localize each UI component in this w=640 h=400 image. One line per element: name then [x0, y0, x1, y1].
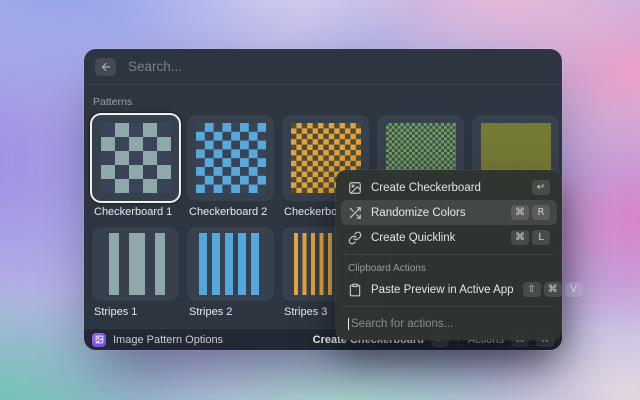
- cmd-key-badge: ⌘: [511, 230, 529, 245]
- menu-item-label: Paste Preview in Active App: [371, 284, 514, 296]
- text-caret: [348, 318, 349, 330]
- shortcut-keys: ⌘ R: [511, 205, 550, 220]
- menu-item-paste-preview[interactable]: Paste Preview in Active App ⇧ ⌘ V: [341, 277, 557, 302]
- checkerboard-1-preview: [101, 123, 171, 193]
- checkerboard-2-preview: [196, 123, 266, 193]
- search-bar: [84, 49, 562, 85]
- menu-item-create-quicklink[interactable]: Create Quicklink ⌘ L: [341, 225, 557, 250]
- menu-item-label: Randomize Colors: [371, 207, 502, 219]
- actions-popover: Create Checkerboard ↵ Randomize Colors ⌘…: [336, 170, 562, 340]
- image-icon: [348, 181, 362, 195]
- link-icon: [348, 231, 362, 245]
- shift-key-badge: ⇧: [523, 282, 541, 297]
- r-key-badge: R: [532, 205, 550, 220]
- extension-name: Image Pattern Options: [113, 334, 223, 346]
- grid-cell: Stripes 2: [187, 227, 274, 327]
- grid-cell: Stripes 1: [92, 227, 179, 327]
- back-button[interactable]: [95, 58, 116, 76]
- v-key-badge: V: [565, 282, 583, 297]
- stripes-1-preview: [104, 233, 168, 295]
- grid-cell: Checkerboard 1: [92, 115, 179, 227]
- pattern-tile-checkerboard-2[interactable]: [187, 115, 274, 201]
- return-key-badge: ↵: [532, 180, 550, 195]
- app-icon: [92, 333, 106, 347]
- menu-item-label: Create Quicklink: [371, 232, 502, 244]
- actions-search-input[interactable]: Search for actions...: [341, 311, 557, 335]
- menu-divider: [343, 306, 555, 307]
- stripes-2-preview: [199, 233, 263, 295]
- shortcut-keys: ⌘ L: [511, 230, 550, 245]
- section-header-patterns: Patterns: [93, 96, 553, 108]
- menu-item-create-checkerboard[interactable]: Create Checkerboard ↵: [341, 175, 557, 200]
- shortcut-keys: ↵: [532, 180, 550, 195]
- menu-section-header: Clipboard Actions: [341, 259, 557, 277]
- grid-cell: Checkerboard 2: [187, 115, 274, 227]
- cmd-key-badge: ⌘: [511, 205, 529, 220]
- tile-label: Checkerboard 2: [189, 206, 274, 219]
- actions-search-placeholder: Search for actions...: [351, 318, 453, 330]
- pattern-tile-stripes-1[interactable]: [92, 227, 179, 301]
- menu-item-randomize-colors[interactable]: Randomize Colors ⌘ R: [341, 200, 557, 225]
- menu-item-label: Create Checkerboard: [371, 182, 523, 194]
- cmd-key-badge: ⌘: [544, 282, 562, 297]
- shuffle-icon: [348, 206, 362, 220]
- l-key-badge: L: [532, 230, 550, 245]
- clipboard-icon: [348, 283, 362, 297]
- tile-label: Stripes 2: [189, 306, 274, 319]
- pattern-tile-stripes-2[interactable]: [187, 227, 274, 301]
- shortcut-keys: ⇧ ⌘ V: [523, 282, 583, 297]
- menu-divider: [343, 254, 555, 255]
- search-input[interactable]: [126, 58, 551, 75]
- tile-label: Checkerboard 1: [94, 206, 179, 219]
- tile-label: Stripes 1: [94, 306, 179, 319]
- arrow-left-icon: [100, 61, 112, 73]
- pattern-tile-checkerboard-1[interactable]: [92, 115, 179, 201]
